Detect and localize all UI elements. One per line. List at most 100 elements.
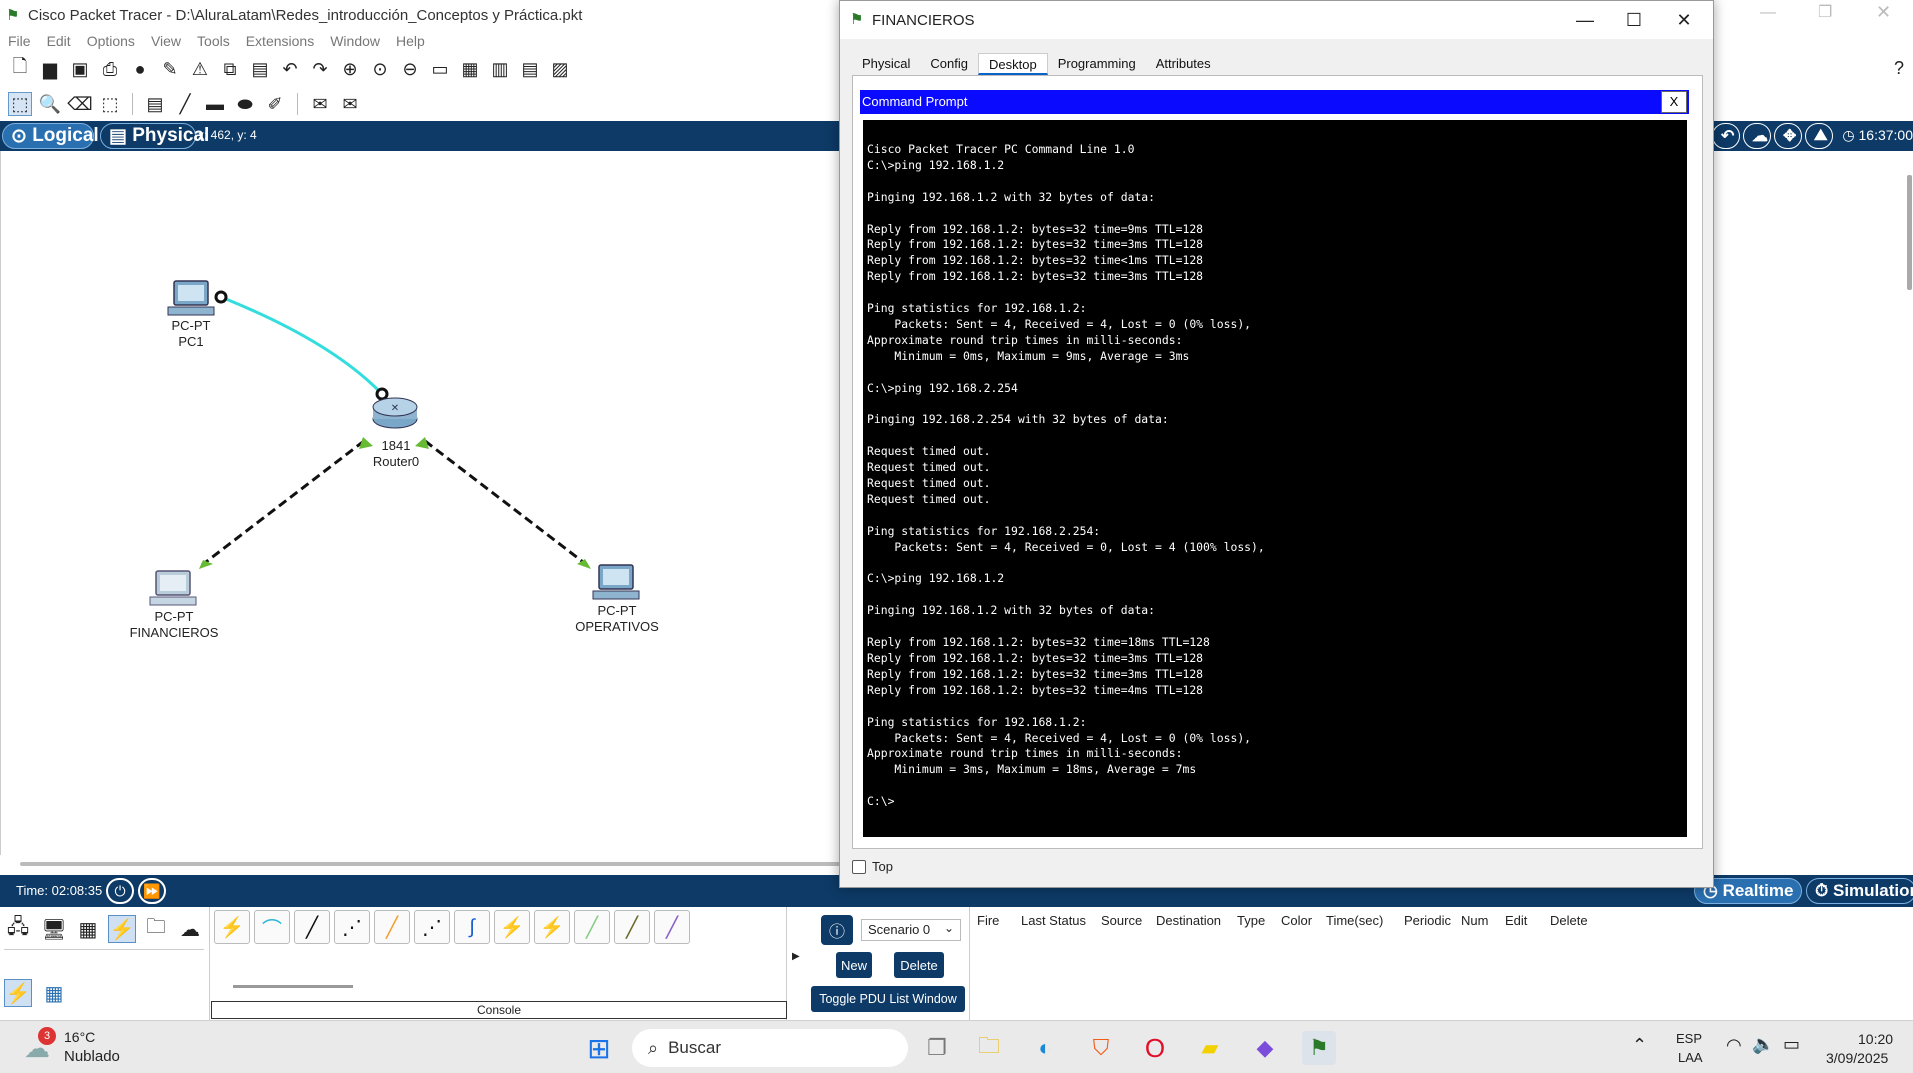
pdu-col-delete[interactable]: Delete bbox=[1550, 913, 1588, 928]
tab-programming[interactable]: Programming bbox=[1048, 53, 1146, 75]
resize-tool-icon[interactable]: ⬚ bbox=[98, 92, 122, 116]
windows-start-icon[interactable]: ⊞ bbox=[582, 1031, 616, 1065]
pdu-col-source[interactable]: Source bbox=[1101, 913, 1142, 928]
inspect-tool-icon[interactable]: 🔍 bbox=[38, 92, 62, 116]
end-devices-icon[interactable]: 🖥 bbox=[40, 915, 68, 943]
scenario-info-icon[interactable]: ⓘ bbox=[821, 915, 853, 945]
command-prompt-terminal[interactable]: Cisco Packet Tracer PC Command Line 1.0 C… bbox=[863, 120, 1687, 837]
menu-help[interactable]: Help bbox=[396, 33, 435, 49]
command-prompt-close-button[interactable]: X bbox=[1661, 91, 1687, 113]
router0-label[interactable]: 1841 Router0 bbox=[356, 438, 436, 470]
copper-straight-through-icon[interactable]: ╱ bbox=[294, 910, 330, 944]
top-checkbox[interactable]: Top bbox=[852, 859, 893, 874]
tab-desktop[interactable]: Desktop bbox=[978, 53, 1048, 75]
delete-scenario-button[interactable]: Delete bbox=[894, 952, 944, 978]
network-info-icon[interactable]: ⚠ bbox=[188, 57, 212, 81]
edge-browser-icon[interactable]: ◐ bbox=[1028, 1031, 1062, 1065]
brave-browser-icon[interactable]: ⛉ bbox=[1084, 1031, 1118, 1065]
connection-scrollbar[interactable] bbox=[233, 985, 353, 988]
save-icon[interactable]: ▣ bbox=[68, 57, 92, 81]
usb-cable-icon[interactable]: ╱ bbox=[654, 910, 690, 944]
automatic-connection-icon[interactable]: ⚡ bbox=[214, 910, 250, 944]
coaxial-cable-icon[interactable]: ∫ bbox=[454, 910, 490, 944]
chevron-up-icon[interactable]: ⌃ bbox=[1632, 1035, 1647, 1056]
environment-icon[interactable]: ⛰ bbox=[1805, 123, 1833, 149]
lang-line-1[interactable]: ESP bbox=[1676, 1031, 1702, 1046]
pdu-list-icon[interactable]: ▤ bbox=[518, 57, 542, 81]
tab-config[interactable]: Config bbox=[920, 53, 978, 75]
pdu-col-time[interactable]: Time(sec) bbox=[1326, 913, 1383, 928]
menu-extensions[interactable]: Extensions bbox=[246, 33, 324, 49]
new-scenario-button[interactable]: New bbox=[836, 952, 872, 978]
toggle-pdu-list-button[interactable]: Toggle PDU List Window bbox=[811, 986, 965, 1012]
battery-icon[interactable]: ▭ bbox=[1783, 1034, 1800, 1055]
fiber-cable-icon[interactable]: ╱ bbox=[374, 910, 410, 944]
ellipse-tool-icon[interactable]: ⬬ bbox=[233, 92, 257, 116]
image-icon[interactable]: ▨ bbox=[548, 57, 572, 81]
menu-options[interactable]: Options bbox=[87, 33, 145, 49]
copper-cross-over-icon[interactable]: ⋰ bbox=[334, 910, 370, 944]
workspace-vertical-scrollbar[interactable] bbox=[1907, 175, 1912, 290]
serial-dte-icon[interactable]: ⚡ bbox=[534, 910, 570, 944]
info-icon[interactable]: ● bbox=[128, 57, 152, 81]
volume-icon[interactable]: 🔈 bbox=[1752, 1034, 1774, 1055]
financieros-label[interactable]: PC-PT FINANCIEROS bbox=[119, 609, 229, 641]
pdu-col-type[interactable]: Type bbox=[1237, 913, 1265, 928]
components-icon[interactable]: ▦ bbox=[74, 915, 102, 943]
paste-icon[interactable]: ▤ bbox=[248, 57, 272, 81]
grid-subtype-icon[interactable]: ▦ bbox=[40, 979, 68, 1007]
note-tool-icon[interactable]: ▤ bbox=[143, 92, 167, 116]
menu-window[interactable]: Window bbox=[330, 33, 390, 49]
complex-pdu-icon[interactable]: ✉ bbox=[338, 92, 362, 116]
workspace-horizontal-scrollbar[interactable] bbox=[20, 862, 840, 866]
help-icon[interactable]: ? bbox=[1894, 58, 1904, 79]
cloud-icon[interactable]: ☁ bbox=[1743, 123, 1771, 149]
menu-tools[interactable]: Tools bbox=[197, 33, 240, 49]
power-cycle-icon[interactable]: ⏻ bbox=[106, 878, 134, 904]
activity-wizard-icon[interactable]: ✎ bbox=[158, 57, 182, 81]
pdu-col-last-status[interactable]: Last Status bbox=[1021, 913, 1086, 928]
logical-view-button[interactable]: ⊙ Logical bbox=[2, 123, 99, 149]
tab-attributes[interactable]: Attributes bbox=[1146, 53, 1221, 75]
octal-cable-icon[interactable]: ╱ bbox=[574, 910, 610, 944]
taskbar-date[interactable]: 3/09/2025 bbox=[1826, 1050, 1888, 1066]
sticky-notes-icon[interactable]: ▰ bbox=[1193, 1031, 1227, 1065]
undo-icon[interactable]: ↶ bbox=[278, 57, 302, 81]
line-tool-icon[interactable]: ╱ bbox=[173, 92, 197, 116]
custom-device-icon[interactable]: ▦ bbox=[458, 57, 482, 81]
miscellaneous-icon[interactable]: 🗀 bbox=[142, 915, 170, 943]
file-explorer-icon[interactable]: 🗀 bbox=[972, 1031, 1006, 1065]
physical-view-button[interactable]: ▤ Physical bbox=[100, 123, 209, 149]
new-file-icon[interactable]: 🗋 bbox=[8, 56, 32, 81]
pdu-col-fire[interactable]: Fire bbox=[977, 913, 999, 928]
tab-physical[interactable]: Physical bbox=[852, 53, 920, 75]
select-tool-icon[interactable]: ⬚ bbox=[8, 92, 32, 116]
drawing-palette-icon[interactable]: ▭ bbox=[428, 57, 452, 81]
serial-dce-icon[interactable]: ⚡ bbox=[494, 910, 530, 944]
pc1-label[interactable]: PC-PT PC1 bbox=[151, 318, 231, 350]
zoom-out-icon[interactable]: ⊖ bbox=[398, 57, 422, 81]
obsidian-icon[interactable]: ◆ bbox=[1248, 1031, 1282, 1065]
task-view-icon[interactable]: ❐ bbox=[920, 1031, 954, 1065]
freeform-tool-icon[interactable]: ✐ bbox=[263, 92, 287, 116]
iot-custom-cable-icon[interactable]: ╱ bbox=[614, 910, 650, 944]
copy-icon[interactable]: ⧉ bbox=[218, 57, 242, 81]
delete-tool-icon[interactable]: ⌫ bbox=[67, 92, 92, 116]
phone-cable-icon[interactable]: ⋰ bbox=[414, 910, 450, 944]
main-close-button[interactable]: ✕ bbox=[1876, 2, 1891, 23]
rectangle-tool-icon[interactable]: ▬ bbox=[203, 92, 227, 116]
device-list-icon[interactable]: ▥ bbox=[488, 57, 512, 81]
zoom-in-icon[interactable]: ⊕ bbox=[338, 57, 362, 81]
pdu-col-destination[interactable]: Destination bbox=[1156, 913, 1221, 928]
pdu-col-edit[interactable]: Edit bbox=[1505, 913, 1527, 928]
navigation-icon[interactable]: ✥ bbox=[1774, 123, 1802, 149]
back-icon[interactable]: ↶ bbox=[1712, 123, 1740, 149]
top-checkbox-box[interactable] bbox=[852, 859, 866, 874]
multiuser-icon[interactable]: ☁ bbox=[176, 915, 204, 943]
main-minimize-button[interactable]: — bbox=[1760, 4, 1776, 22]
taskbar-search[interactable]: ⌕ Buscar bbox=[632, 1029, 908, 1067]
fast-forward-icon[interactable]: ⏩ bbox=[138, 878, 166, 904]
menu-view[interactable]: View bbox=[151, 33, 191, 49]
redo-icon[interactable]: ↷ bbox=[308, 57, 332, 81]
scenario-select[interactable]: Scenario 0 ⌄ bbox=[861, 919, 961, 941]
